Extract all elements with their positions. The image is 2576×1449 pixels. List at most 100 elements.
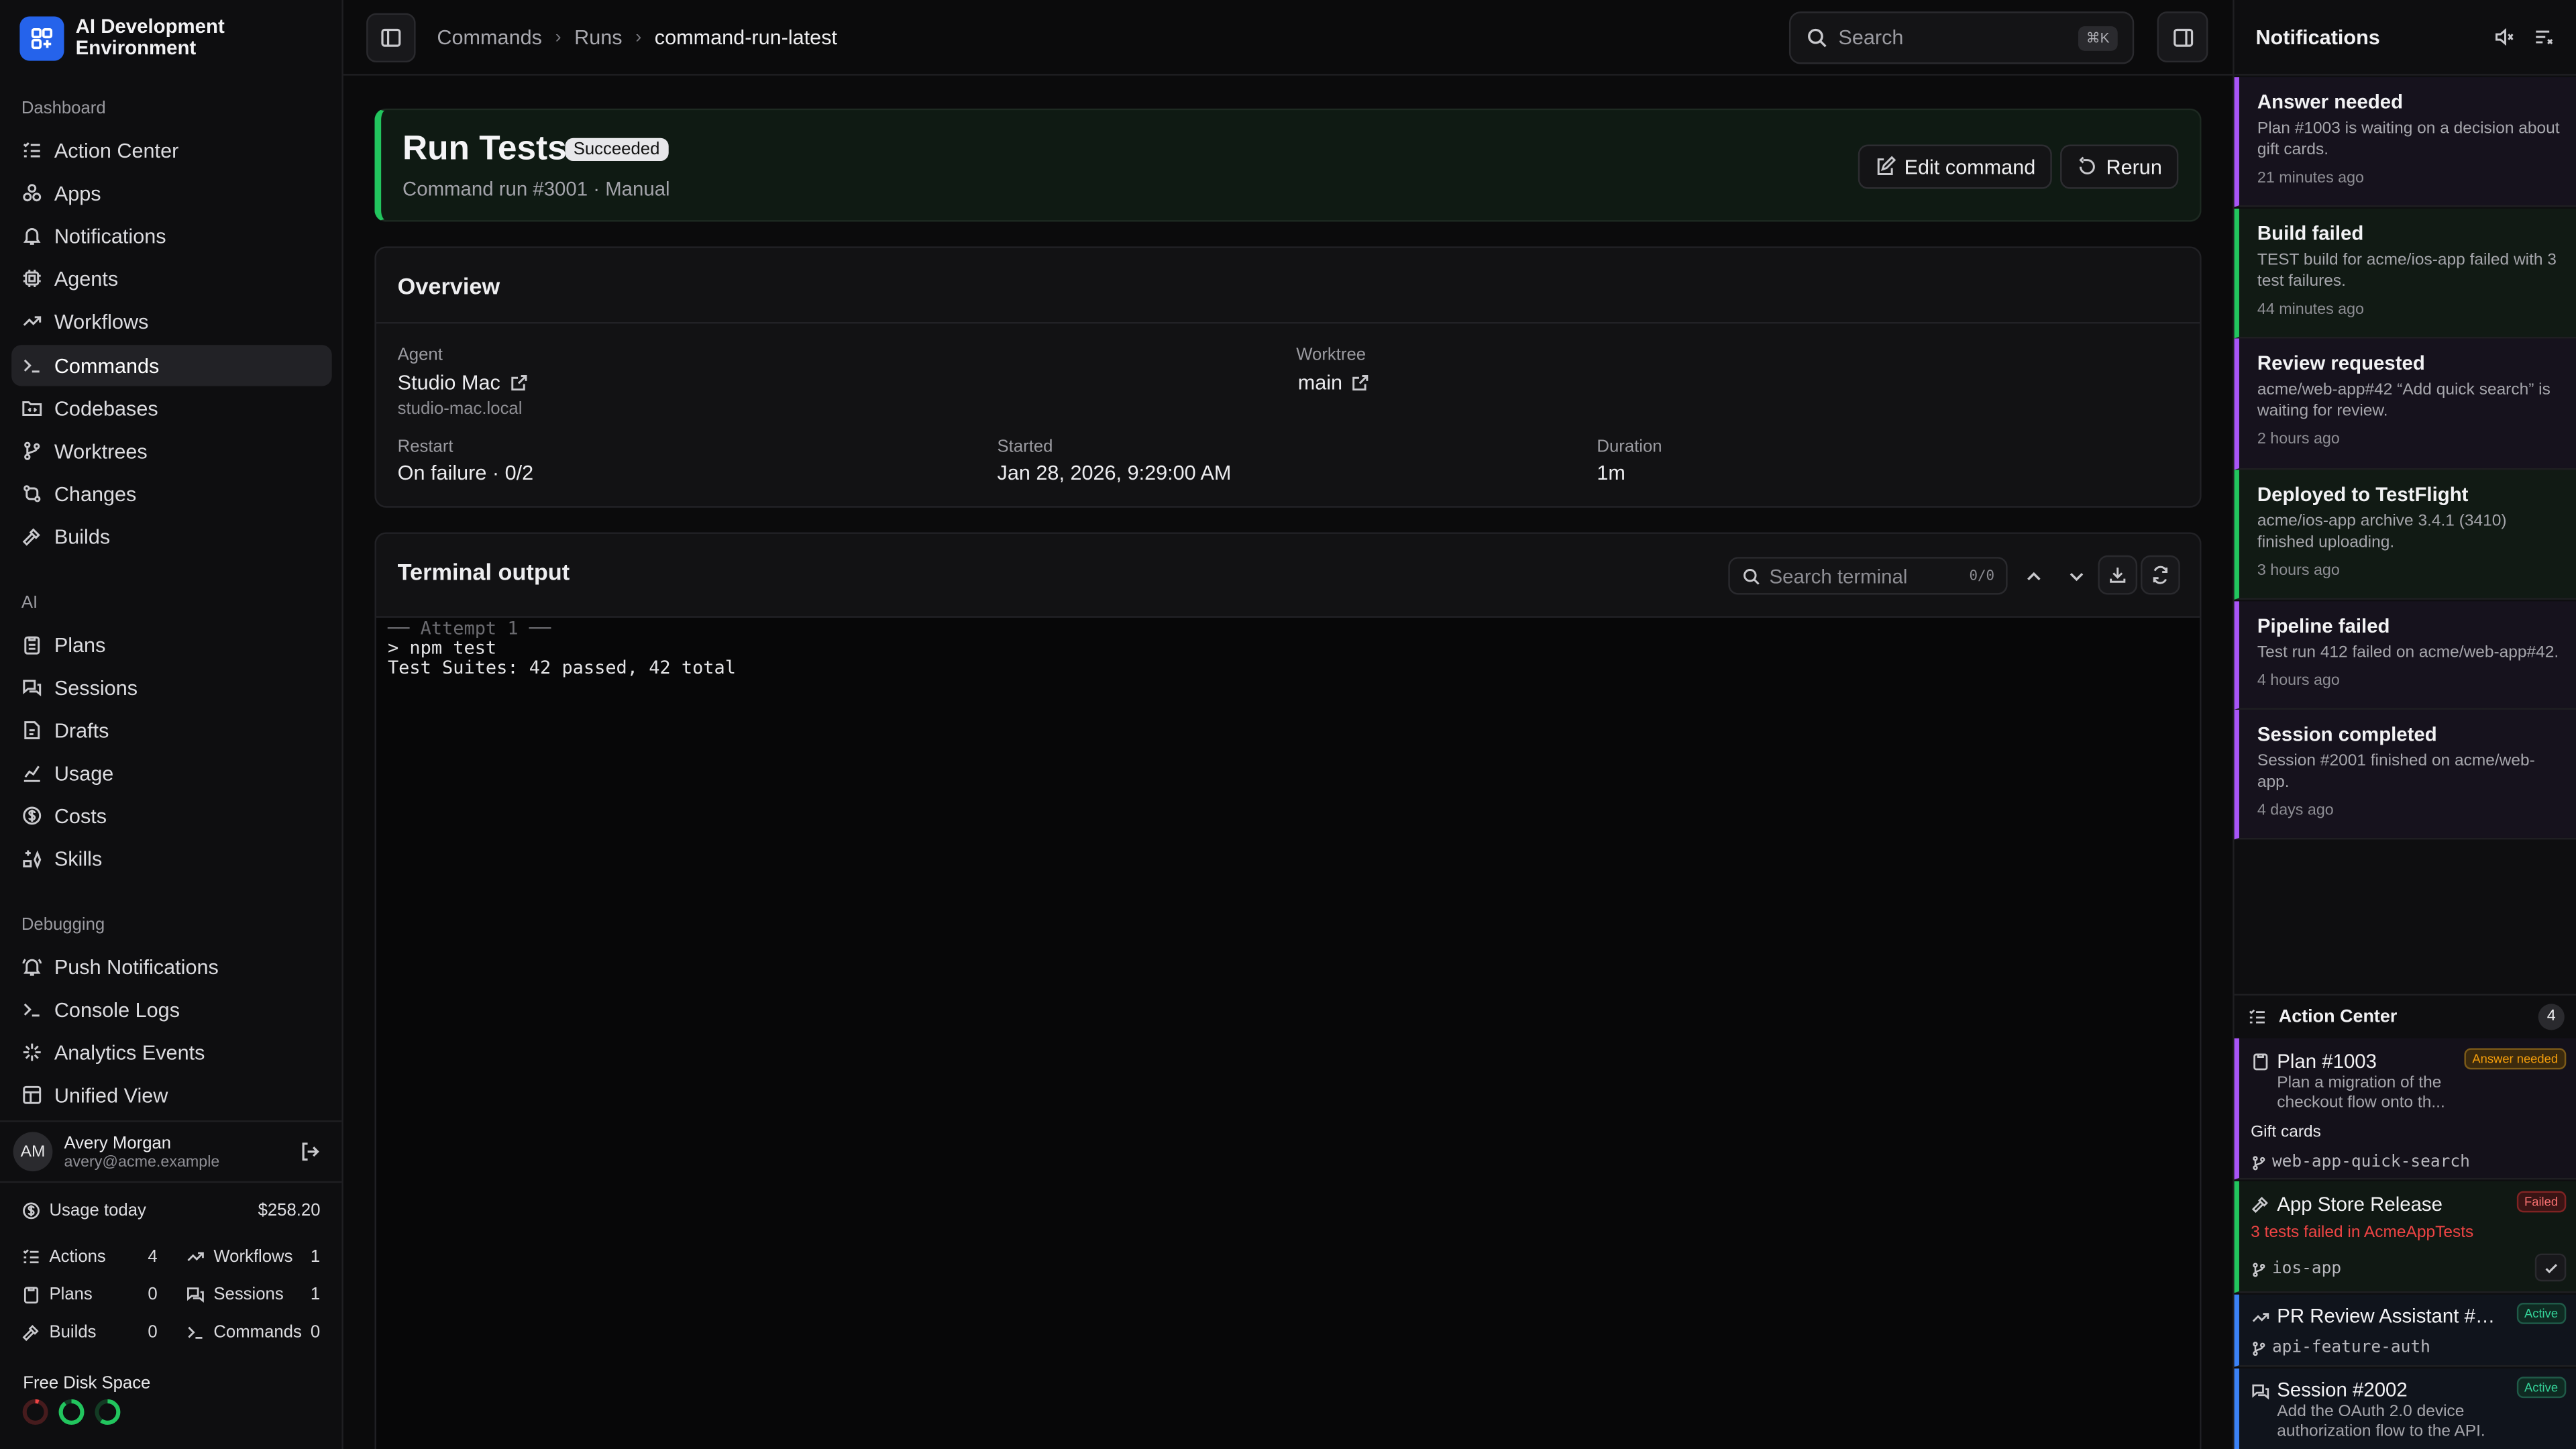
notification-item[interactable]: Review requested acme/web-app#42 “Add qu… bbox=[2234, 338, 2576, 470]
notification-title: Build failed bbox=[2257, 221, 2364, 245]
notification-body: acme/web-app#42 “Add quick search” is wa… bbox=[2257, 381, 2551, 421]
breadcrumb-commands[interactable]: Commands bbox=[437, 25, 542, 48]
toggle-panel-button[interactable] bbox=[2157, 11, 2208, 63]
notification-item[interactable]: Answer needed Plan #1003 is waiting on a… bbox=[2234, 77, 2576, 207]
run-subtitle: Command run #3001 · Manual bbox=[402, 177, 670, 201]
chat-icon bbox=[2252, 1384, 2269, 1400]
action-item[interactable]: PR Review Assistant #4... Active api-fea… bbox=[2234, 1294, 2576, 1367]
stat-builds[interactable]: Builds bbox=[21, 1322, 97, 1342]
notification-item[interactable]: Session completed Session #2001 finished… bbox=[2234, 709, 2576, 840]
sidebar-item-apps[interactable]: Apps bbox=[11, 172, 332, 213]
sidebar-item-changes[interactable]: Changes bbox=[11, 473, 332, 514]
sidebar-item-push-notifications[interactable]: Push Notifications bbox=[11, 947, 332, 987]
bell-ring-icon bbox=[22, 959, 42, 976]
stat-workflows[interactable]: Workflows bbox=[186, 1247, 292, 1267]
stat-actions[interactable]: Actions bbox=[21, 1247, 106, 1267]
logout-icon[interactable] bbox=[299, 1140, 322, 1163]
search-input[interactable]: Search ⌘K bbox=[1788, 11, 2135, 64]
workflow-icon bbox=[187, 1252, 204, 1261]
brand[interactable]: AI Development Environment bbox=[0, 0, 341, 76]
overview-title: Overview bbox=[397, 272, 500, 299]
stat-value: 0 bbox=[148, 1285, 158, 1305]
sidebar-item-sessions[interactable]: Sessions bbox=[11, 667, 332, 708]
skills-icon bbox=[23, 850, 42, 869]
sidebar-item-agents[interactable]: Agents bbox=[11, 258, 332, 299]
sidebar: AI Development Environment Dashboard Act… bbox=[0, 0, 343, 1449]
notification-item[interactable]: Build failed TEST build for acme/ios-app… bbox=[2234, 209, 2576, 339]
user-profile[interactable]: AM Avery Morgan avery@acme.example bbox=[0, 1120, 342, 1183]
approve-button[interactable] bbox=[2534, 1253, 2567, 1282]
sidebar-item-action-center[interactable]: Action Center bbox=[11, 129, 332, 170]
stat-value: 4 bbox=[148, 1246, 158, 1267]
breadcrumb-current: command-run-latest bbox=[654, 25, 838, 49]
stat-label: Sessions bbox=[213, 1285, 284, 1305]
sidebar-item-unified-view[interactable]: Unified View bbox=[11, 1075, 332, 1116]
sidebar-item-worktrees[interactable]: Worktrees bbox=[11, 431, 332, 472]
action-center-header[interactable]: Action Center 4 bbox=[2234, 994, 2576, 1037]
download-button[interactable] bbox=[2098, 555, 2138, 595]
list-check-icon bbox=[2249, 1008, 2265, 1023]
sidebar-item-label: Codebases bbox=[54, 396, 158, 420]
stat-plans[interactable]: Plans bbox=[21, 1285, 93, 1304]
sidebar-item-usage[interactable]: Usage bbox=[11, 753, 332, 794]
notification-item[interactable]: Deployed to TestFlight acme/ios-app arch… bbox=[2234, 470, 2576, 600]
mute-icon[interactable] bbox=[2494, 26, 2516, 48]
notification-body: Session #2001 finished on acme/web-app. bbox=[2257, 752, 2535, 792]
action-item[interactable]: App Store Release Failed 3 tests failed … bbox=[2234, 1181, 2576, 1293]
rerun-button[interactable]: Rerun bbox=[2059, 144, 2179, 189]
git-branch-icon bbox=[24, 441, 40, 460]
topbar: Commands › Runs › command-run-latest Sea… bbox=[343, 0, 2233, 76]
sidebar-item-label: Changes bbox=[54, 482, 137, 506]
breadcrumb-runs[interactable]: Runs bbox=[574, 25, 622, 48]
stat-commands[interactable]: Commands bbox=[186, 1322, 302, 1342]
sidebar-item-label: Console Logs bbox=[54, 998, 180, 1022]
toggle-sidebar-button[interactable] bbox=[366, 12, 416, 62]
sidebar-item-plans[interactable]: Plans bbox=[11, 625, 332, 665]
worktree-link[interactable]: main bbox=[1298, 371, 1371, 394]
agent-link[interactable]: Studio Mac bbox=[398, 371, 529, 394]
user-email: avery@acme.example bbox=[64, 1152, 220, 1171]
sidebar-item-commands[interactable]: Commands bbox=[11, 345, 332, 386]
notifications-panel: Notifications Answer needed Plan #1003 i… bbox=[2233, 0, 2576, 1449]
external-link-icon bbox=[1352, 375, 1368, 391]
sidebar-item-label: Notifications bbox=[54, 224, 166, 248]
action-item[interactable]: Session #2002 Active Add the OAuth 2.0 d… bbox=[2234, 1368, 2576, 1449]
disk-ring-icon bbox=[58, 1399, 85, 1425]
chevron-down-icon[interactable] bbox=[2065, 565, 2088, 588]
stat-sessions[interactable]: Sessions bbox=[186, 1285, 284, 1304]
sidebar-item-builds[interactable]: Builds bbox=[11, 516, 332, 557]
overview-card: Overview Agent Studio Mac studio-mac.loc… bbox=[374, 246, 2202, 508]
sidebar-item-codebases[interactable]: Codebases bbox=[11, 388, 332, 429]
sidebar-item-workflows[interactable]: Workflows bbox=[11, 301, 332, 341]
edit-command-button[interactable]: Edit command bbox=[1858, 144, 2052, 189]
clear-all-icon[interactable] bbox=[2533, 26, 2555, 48]
action-center-title: Action Center bbox=[2278, 1006, 2398, 1026]
clipboard-icon bbox=[24, 636, 40, 655]
sidebar-item-label: Agents bbox=[54, 266, 119, 290]
sidebar-item-skills[interactable]: Skills bbox=[11, 838, 332, 879]
sidebar-item-console-logs[interactable]: Console Logs bbox=[11, 989, 332, 1030]
sidebar-item-label: Analytics Events bbox=[54, 1040, 205, 1064]
refresh-button[interactable] bbox=[2141, 555, 2180, 595]
sidebar-item-label: Workflows bbox=[54, 309, 149, 333]
terminal-line: > npm test bbox=[387, 637, 497, 659]
sidebar-toggle-icon bbox=[381, 28, 401, 46]
notification-title: Pipeline failed bbox=[2257, 614, 2390, 638]
duration-value: 1m bbox=[1597, 462, 1625, 485]
git-branch-icon bbox=[2253, 1262, 2265, 1277]
status-badge: Succeeded bbox=[565, 138, 668, 162]
action-item[interactable]: Plan #1003 Answer needed Plan a migratio… bbox=[2234, 1038, 2576, 1180]
stat-label: Actions bbox=[49, 1246, 106, 1267]
hammer-icon bbox=[22, 1324, 39, 1342]
terminal-output[interactable]: ── Attempt 1 ── > npm test Test Suites: … bbox=[376, 616, 2200, 1449]
disk-rings bbox=[21, 1398, 121, 1426]
sidebar-item-drafts[interactable]: Drafts bbox=[11, 710, 332, 751]
sidebar-item-analytics-events[interactable]: Analytics Events bbox=[11, 1032, 332, 1073]
hammer-icon bbox=[22, 528, 40, 546]
terminal-search-input[interactable]: Search terminal 0/0 bbox=[1728, 557, 2008, 595]
sidebar-item-notifications[interactable]: Notifications bbox=[11, 215, 332, 256]
notification-item[interactable]: Pipeline failed Test run 412 failed on a… bbox=[2234, 601, 2576, 710]
chevron-up-icon[interactable] bbox=[2023, 565, 2045, 588]
sidebar-item-costs[interactable]: Costs bbox=[11, 795, 332, 836]
edit-command-label: Edit command bbox=[1904, 155, 2036, 178]
